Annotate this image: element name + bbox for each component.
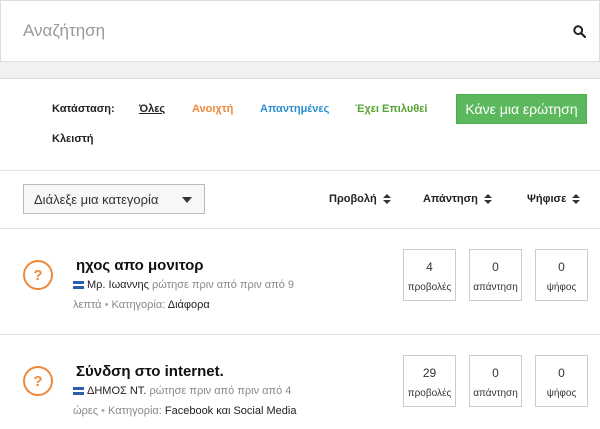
sort-votes-label: Ψήφισε: [527, 193, 567, 205]
votes-label: ψήφος: [546, 388, 577, 399]
sort-icon: [382, 193, 391, 205]
category-select[interactable]: Διάλεξε μια κατεγορία: [23, 184, 205, 214]
answers-number: 0: [492, 366, 499, 380]
sort-answers-label: Απάντηση: [423, 193, 478, 205]
filter-closed[interactable]: Κλειστή: [52, 133, 94, 145]
category-label: Κατηγορία:: [108, 405, 162, 417]
question-author[interactable]: ΔΗΜΟΣ ΝΤ.: [87, 385, 146, 397]
answers-count: 0 απάντηση: [469, 249, 522, 301]
question-icon: ?: [23, 260, 53, 290]
views-label: προβολές: [407, 388, 452, 399]
views-count: 4 προβολές: [403, 249, 456, 301]
question-category[interactable]: Διάφορα: [168, 299, 210, 311]
votes-label: ψήφος: [546, 282, 577, 293]
question-meta-2: λεπτά • Κατηγορία: Διάφορα: [73, 299, 210, 311]
user-flag-icon: [73, 387, 84, 396]
user-flag-icon: [73, 281, 84, 290]
questions-panel: Κατάσταση: Όλες Ανοιχτή Απαντημένες Έχει…: [0, 78, 600, 429]
question-meta-2: ώρες • Κατηγορία: Facebook και Social Me…: [73, 405, 296, 417]
votes-number: 0: [558, 260, 565, 274]
sort-icon: [483, 193, 492, 205]
sort-icon: [572, 193, 581, 205]
separator: •: [104, 299, 109, 311]
question-asked: ρώτησε πριν από πριν από 4: [149, 385, 292, 397]
question-meta: ΔΗΜΟΣ ΝΤ. ρώτησε πριν από πριν από 4: [73, 385, 291, 397]
answers-label: απάντηση: [473, 282, 518, 293]
sort-views[interactable]: Προβολή: [329, 193, 391, 205]
sort-votes[interactable]: Ψήφισε: [527, 193, 581, 205]
question-icon: ?: [23, 366, 53, 396]
views-number: 29: [422, 366, 437, 380]
question-author[interactable]: Μρ. Ιωαννης: [87, 279, 149, 291]
category-select-label: Διάλεξε μια κατεγορία: [34, 191, 159, 207]
votes-number: 0: [558, 366, 565, 380]
caret-down-icon: [182, 197, 192, 203]
votes-count: 0 ψήφος: [535, 249, 588, 301]
search-box: [0, 0, 600, 62]
question-category[interactable]: Facebook και Social Media: [165, 405, 297, 417]
filter-open[interactable]: Ανοιχτή: [192, 103, 233, 115]
separator: •: [101, 405, 105, 417]
status-label: Κατάσταση:: [52, 103, 115, 115]
sort-views-label: Προβολή: [329, 193, 377, 205]
filter-answered[interactable]: Απαντημένες: [260, 103, 329, 115]
filter-solved[interactable]: Έχει Επιλυθεί: [355, 103, 427, 115]
question-meta: Μρ. Ιωαννης ρώτησε πριν από πριν από 9: [73, 279, 294, 291]
question-title[interactable]: Σύνδση στο internet.: [76, 363, 224, 380]
status-filters: Κατάσταση: Όλες Ανοιχτή Απαντημένες Έχει…: [0, 79, 600, 171]
answers-number: 0: [492, 260, 499, 274]
category-label: Κατηγορία:: [111, 299, 166, 311]
filter-all[interactable]: Όλες: [139, 103, 165, 115]
question-time: ώρες: [73, 405, 99, 417]
question-asked: ρώτησε πριν από πριν από 9: [152, 279, 294, 291]
sort-bar: Διάλεξε μια κατεγορία Προβολή Απάντηση Ψ…: [0, 171, 600, 229]
question-time: λεπτά: [73, 299, 102, 311]
search-input[interactable]: [1, 1, 561, 61]
views-label: προβολές: [407, 282, 452, 293]
sort-answers[interactable]: Απάντηση: [423, 193, 492, 205]
question-row: ? ηχος απο μονιτορ Μρ. Ιωαννης ρώτησε πρ…: [0, 229, 600, 335]
ask-question-button[interactable]: Κάνε μια ερώτηση: [456, 94, 587, 124]
search-icon[interactable]: [567, 19, 591, 43]
answers-count: 0 απάντηση: [469, 355, 522, 407]
question-title[interactable]: ηχος απο μονιτορ: [76, 257, 204, 274]
views-count: 29 προβολές: [403, 355, 456, 407]
votes-count: 0 ψήφος: [535, 355, 588, 407]
question-row: ? Σύνδση στο internet. ΔΗΜΟΣ ΝΤ. ρώτησε …: [0, 335, 600, 429]
views-number: 4: [426, 260, 433, 274]
answers-label: απάντηση: [473, 388, 518, 399]
